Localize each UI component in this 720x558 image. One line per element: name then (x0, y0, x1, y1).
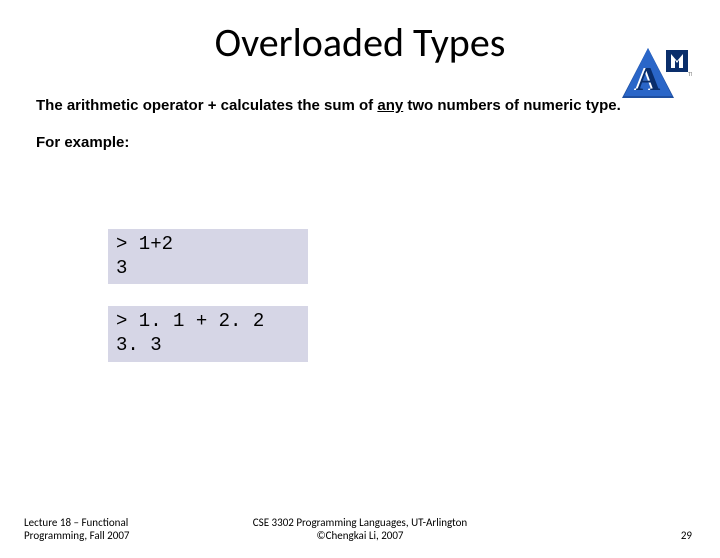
uta-logo: A A TM (622, 46, 692, 106)
footer-center: CSE 3302 Programming Languages, UT-Arlin… (0, 516, 720, 542)
svg-text:TM: TM (688, 72, 692, 78)
code2-line2: 3. 3 (116, 334, 162, 356)
footer-center-line1: CSE 3302 Programming Languages, UT-Arlin… (0, 516, 720, 529)
slide-title: Overloaded Types (0, 18, 720, 67)
code-example-1: > 1+2 3 (108, 229, 308, 285)
code1-line2: 3 (116, 257, 127, 279)
slide-number: 29 (681, 529, 692, 542)
intro-post: two numbers of numeric type. (403, 97, 621, 114)
intro-pre: The arithmetic operator + calculates the… (36, 97, 377, 114)
intro-underlined: any (377, 97, 403, 114)
code1-line1: > 1+2 (116, 233, 173, 255)
intro-text: The arithmetic operator + calculates the… (36, 97, 684, 116)
svg-text:A: A (636, 61, 661, 98)
code-example-2: > 1. 1 + 2. 2 3. 3 (108, 306, 308, 362)
example-label: For example: (36, 134, 684, 151)
footer-center-line2: ©Chengkai Li, 2007 (0, 529, 720, 542)
code2-line1: > 1. 1 + 2. 2 (116, 310, 264, 332)
